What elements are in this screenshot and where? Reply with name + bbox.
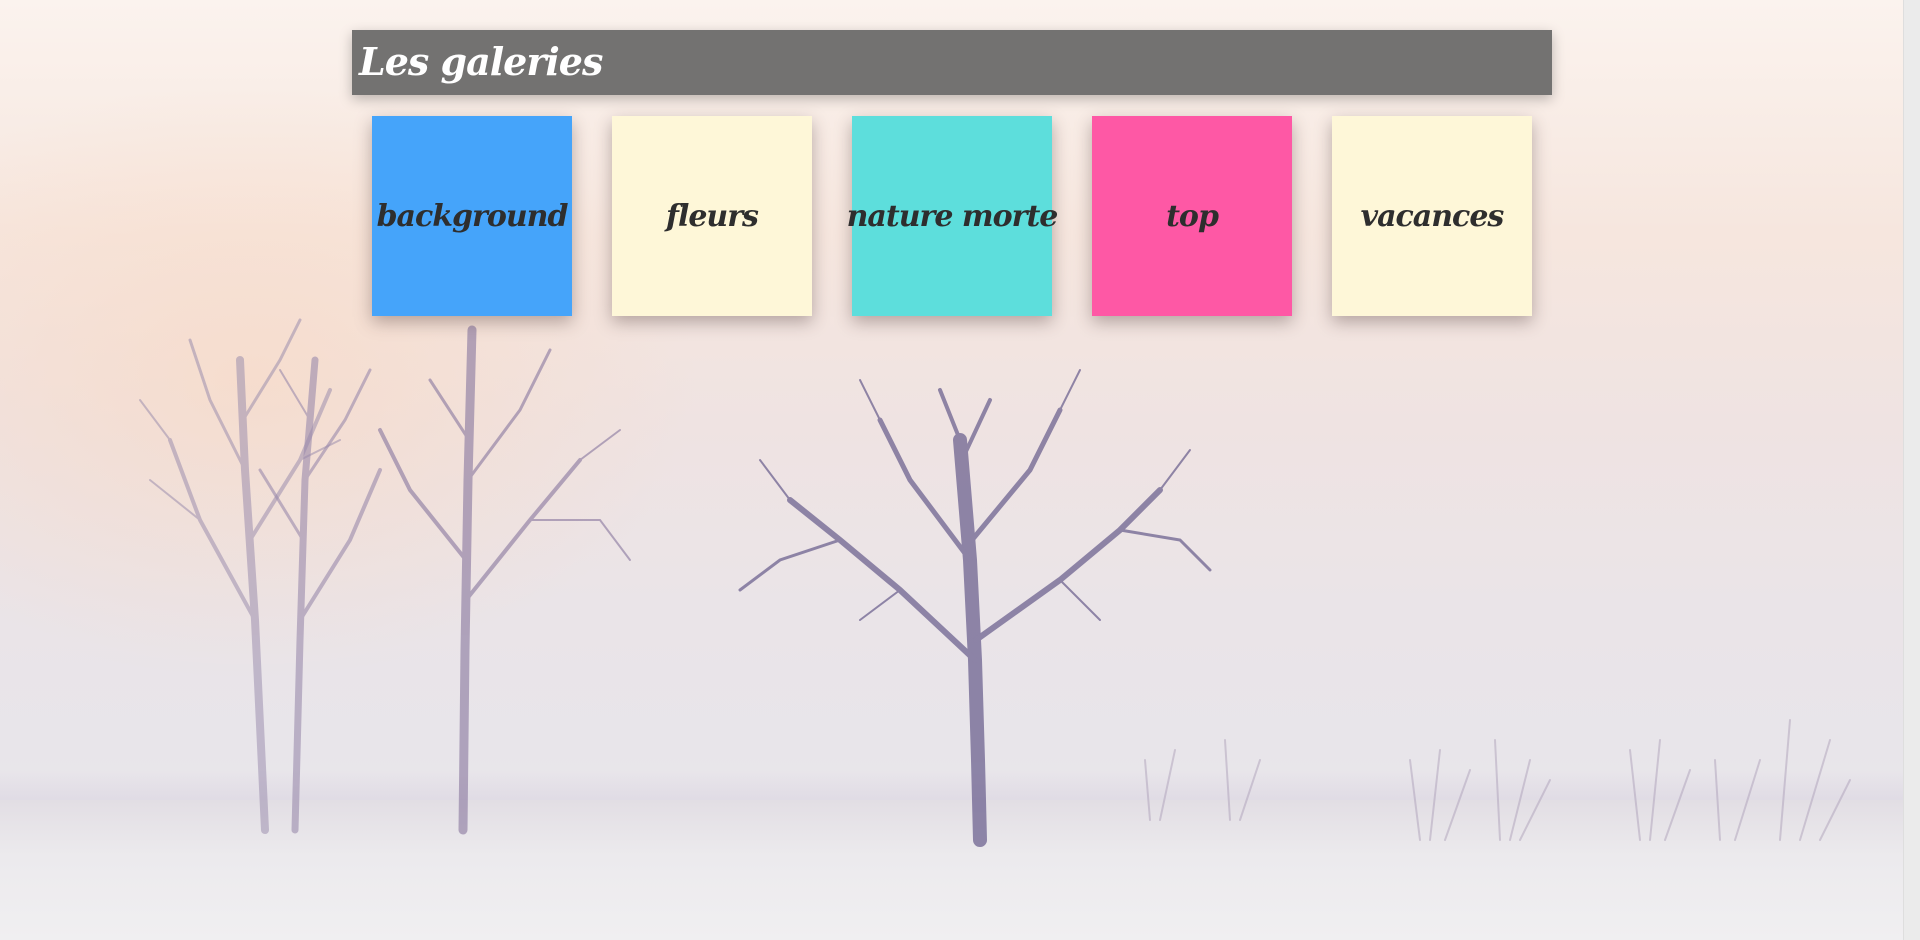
gallery-tile-label: fleurs [666, 198, 759, 234]
gallery-tile-background[interactable]: background [372, 116, 572, 316]
gallery-tile-label: background [376, 198, 569, 234]
gallery-tile-nature-morte[interactable]: nature morte [847, 116, 1058, 316]
gallery-tile-label: top [1166, 198, 1219, 234]
page-title: Les galeries [359, 39, 603, 84]
gallery-tile-top[interactable]: top [1092, 116, 1292, 316]
gallery-tile-vacances[interactable]: vacances [1332, 116, 1532, 316]
gallery-tile-label: nature morte [846, 198, 1059, 234]
gallery-tile-label: vacances [1360, 198, 1505, 234]
vertical-scrollbar[interactable] [1903, 0, 1920, 940]
gallery-header: Les galeries [352, 30, 1552, 95]
gallery-tile-fleurs[interactable]: fleurs [612, 116, 812, 316]
page: Les galeries background fleurs nature mo… [0, 0, 1920, 940]
